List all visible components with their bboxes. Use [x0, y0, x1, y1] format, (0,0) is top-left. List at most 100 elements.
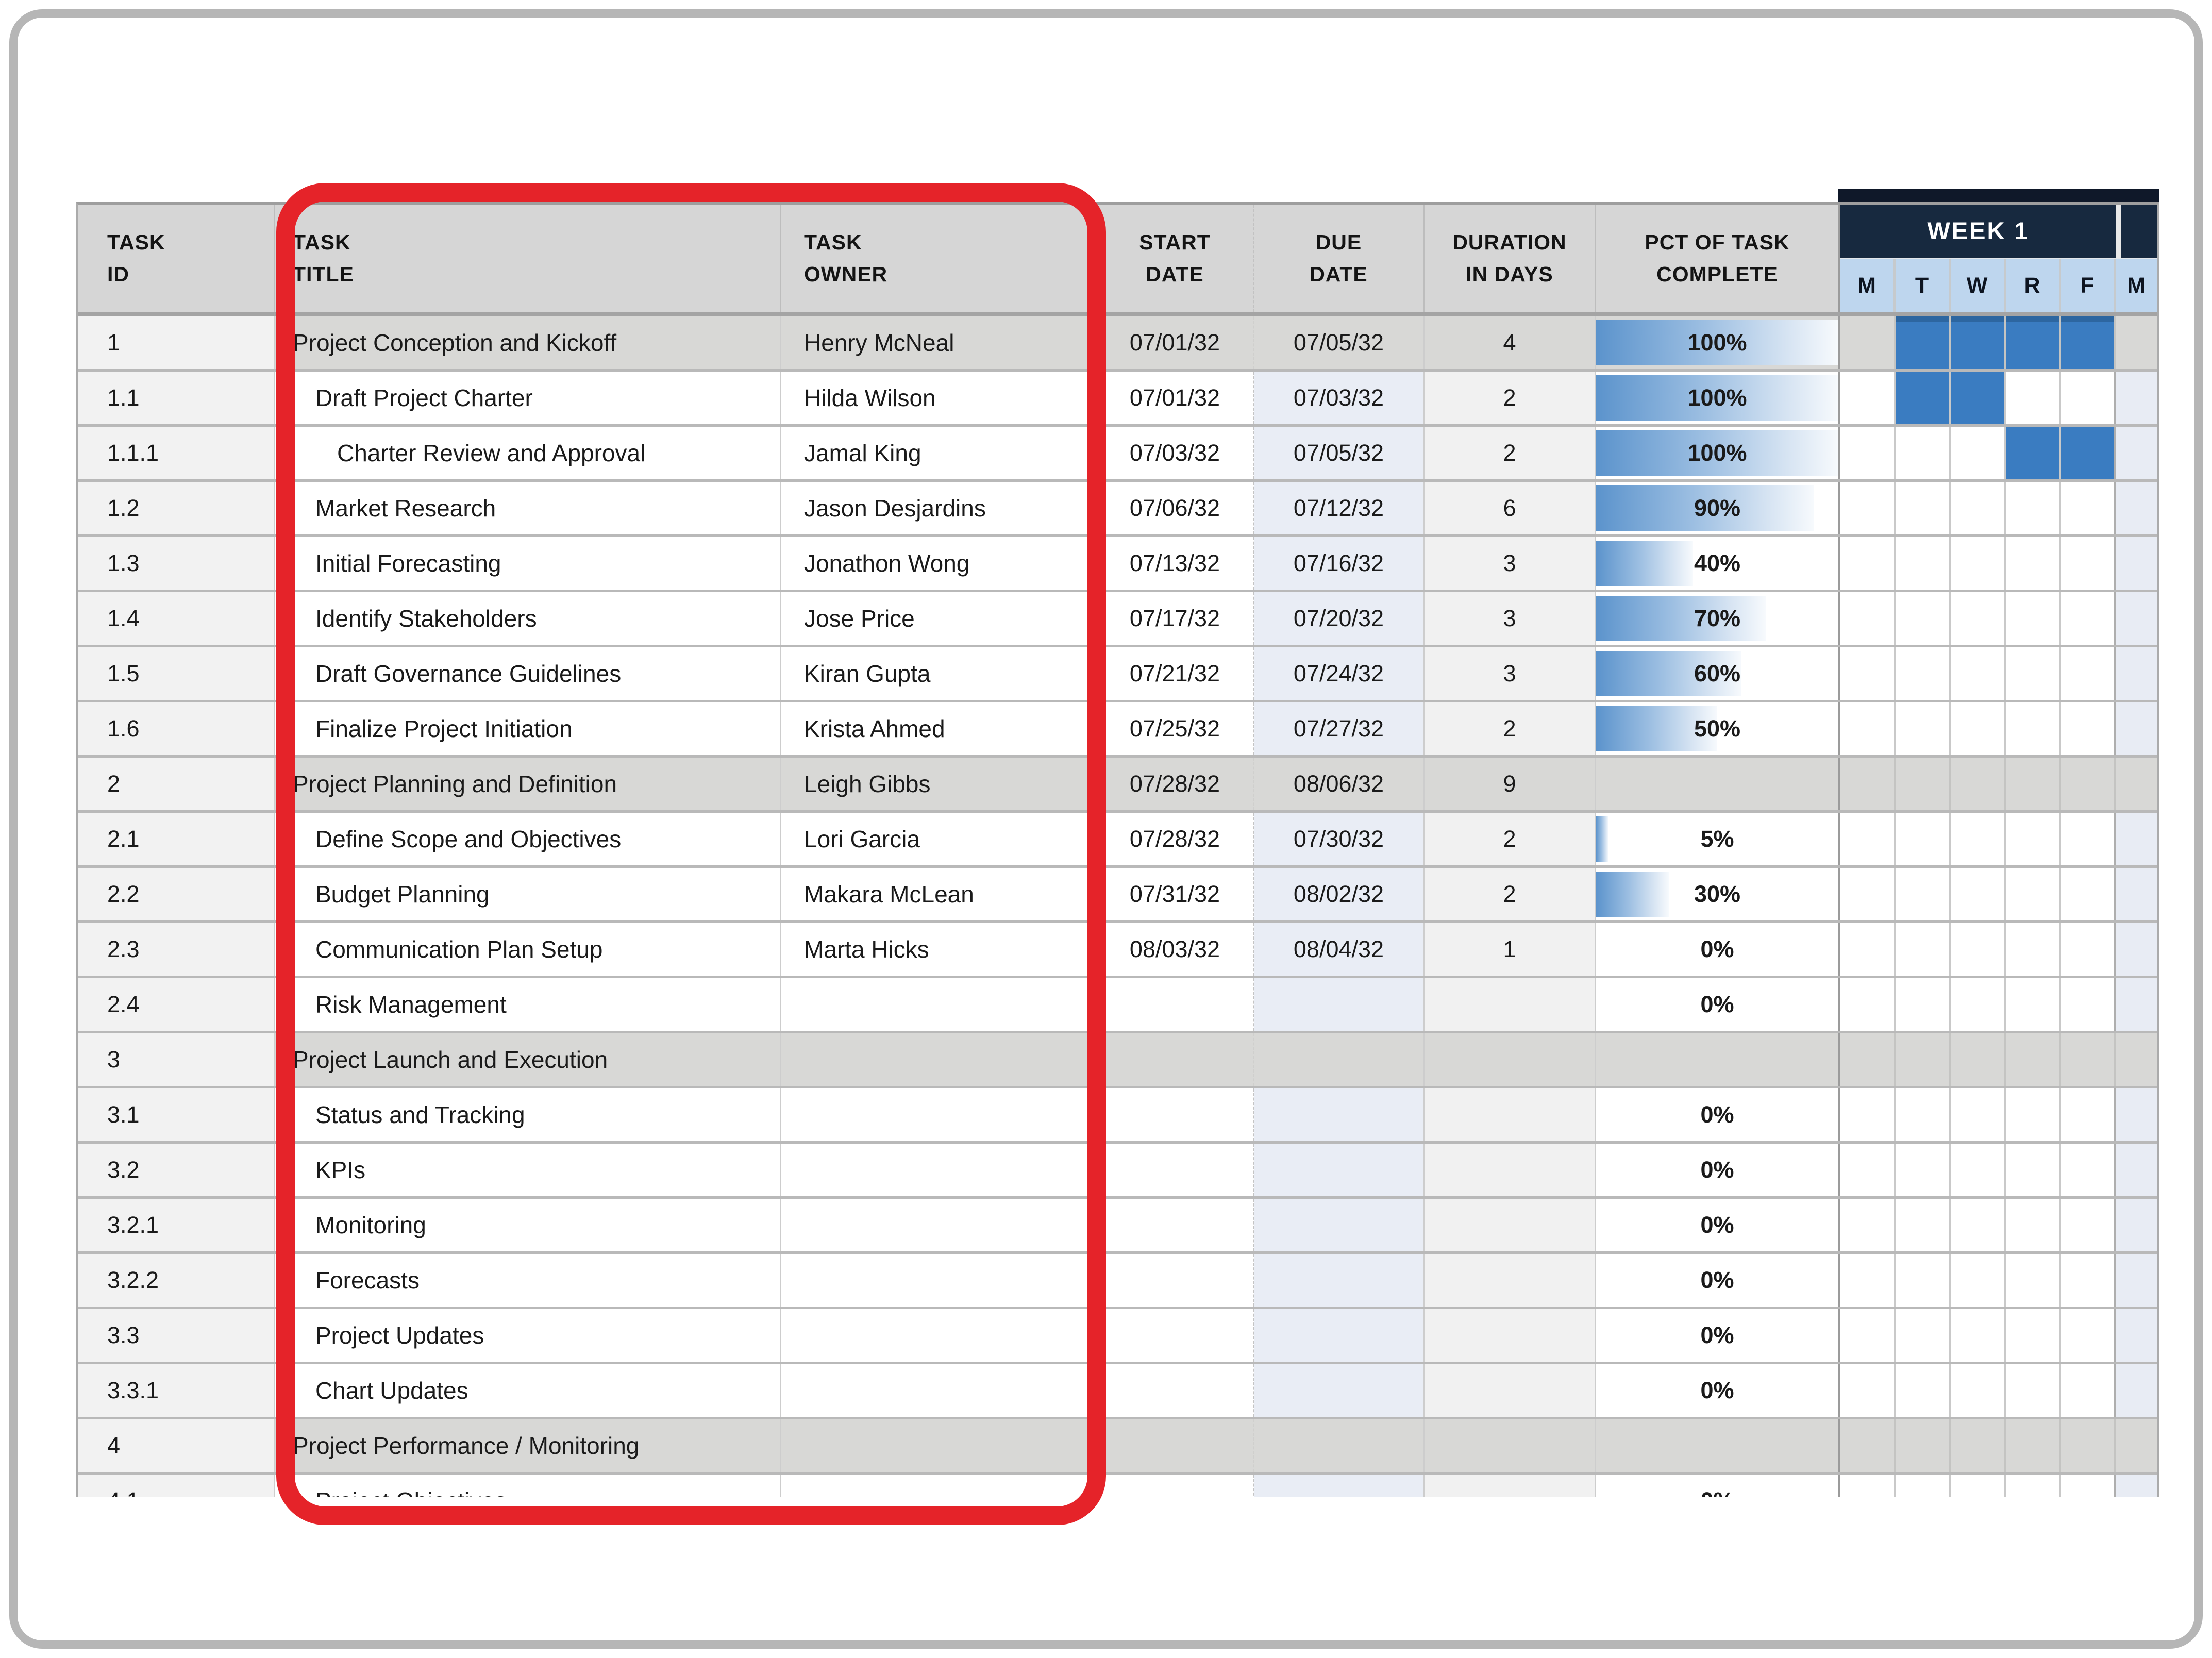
due-date-cell[interactable]	[1254, 1254, 1425, 1307]
task-id-cell[interactable]: 2	[78, 758, 275, 810]
gantt-day-cell[interactable]	[2061, 592, 2116, 645]
gantt-day-cell[interactable]	[2006, 482, 2061, 534]
gantt-day-cell[interactable]	[2061, 868, 2116, 920]
gantt-day-cell[interactable]	[2116, 427, 2157, 479]
start-date-cell[interactable]: 07/25/32	[1097, 702, 1254, 755]
gantt-day-cell[interactable]	[2006, 758, 2061, 810]
gantt-day-cell[interactable]	[1840, 427, 1896, 479]
gantt-day-cell[interactable]	[1896, 372, 1951, 424]
task-id-cell[interactable]: 1.2	[78, 482, 275, 534]
due-date-cell[interactable]	[1254, 1419, 1425, 1472]
due-date-cell[interactable]: 08/02/32	[1254, 868, 1425, 920]
gantt-day-cell[interactable]	[1896, 1088, 1951, 1141]
gantt-day-cell[interactable]	[2061, 537, 2116, 590]
gantt-day-cell[interactable]	[2006, 1199, 2061, 1251]
gantt-day-cell[interactable]	[2006, 1254, 2061, 1307]
task-id-cell[interactable]: 3.1	[78, 1088, 275, 1141]
gantt-day-cell[interactable]	[2116, 316, 2157, 369]
start-date-cell[interactable]	[1097, 1144, 1254, 1196]
pct-complete-cell[interactable]: 70%	[1596, 592, 1840, 645]
due-date-cell[interactable]: 07/27/32	[1254, 702, 1425, 755]
task-owner-cell[interactable]: Henry McNeal	[781, 316, 1097, 369]
gantt-day-cell[interactable]	[2116, 537, 2157, 590]
task-id-cell[interactable]: 3.2	[78, 1144, 275, 1196]
gantt-day-cell[interactable]	[1896, 427, 1951, 479]
duration-cell[interactable]	[1425, 1309, 1596, 1362]
due-date-cell[interactable]	[1254, 1475, 1425, 1497]
task-title-cell[interactable]: Project Launch and Execution	[275, 1033, 781, 1086]
column-header-task-id[interactable]: TASK ID	[78, 205, 275, 312]
gantt-day-cell[interactable]	[1840, 702, 1896, 755]
due-date-cell[interactable]	[1254, 1364, 1425, 1417]
gantt-day-cell[interactable]	[1840, 923, 1896, 976]
duration-cell[interactable]	[1425, 1088, 1596, 1141]
gantt-day-cell[interactable]	[1951, 1419, 2006, 1472]
gantt-day-cell[interactable]	[2006, 316, 2061, 369]
gantt-day-cell[interactable]	[2061, 923, 2116, 976]
gantt-day-cell[interactable]	[2061, 1199, 2116, 1251]
task-title-cell[interactable]: KPIs	[275, 1144, 781, 1196]
gantt-day-cell[interactable]	[2116, 1419, 2157, 1472]
due-date-cell[interactable]: 07/24/32	[1254, 647, 1425, 700]
gantt-day-cell[interactable]	[1951, 702, 2006, 755]
pct-complete-cell[interactable]: 30%	[1596, 868, 1840, 920]
pct-complete-cell[interactable]: 0%	[1596, 1199, 1840, 1251]
task-title-cell[interactable]: Charter Review and Approval	[275, 427, 781, 479]
gantt-day-cell[interactable]	[1840, 537, 1896, 590]
gantt-day-cell[interactable]	[1896, 1475, 1951, 1497]
duration-cell[interactable]: 2	[1425, 702, 1596, 755]
gantt-day-cell[interactable]	[1840, 372, 1896, 424]
due-date-cell[interactable]	[1254, 1309, 1425, 1362]
task-title-cell[interactable]: Project Planning and Definition	[275, 758, 781, 810]
due-date-cell[interactable]	[1254, 1144, 1425, 1196]
task-title-cell[interactable]: Finalize Project Initiation	[275, 702, 781, 755]
duration-cell[interactable]: 1	[1425, 923, 1596, 976]
gantt-day-cell[interactable]	[1951, 1199, 2006, 1251]
task-title-cell[interactable]: Draft Governance Guidelines	[275, 647, 781, 700]
task-title-cell[interactable]: Draft Project Charter	[275, 372, 781, 424]
gantt-day-cell[interactable]	[1951, 1309, 2006, 1362]
duration-cell[interactable]: 6	[1425, 482, 1596, 534]
gantt-day-header[interactable]: T	[1896, 259, 1951, 312]
gantt-day-cell[interactable]	[1840, 592, 1896, 645]
gantt-day-cell[interactable]	[2006, 1419, 2061, 1472]
gantt-day-cell[interactable]	[2006, 1475, 2061, 1497]
gantt-day-cell[interactable]	[1951, 537, 2006, 590]
task-id-cell[interactable]: 4	[78, 1419, 275, 1472]
gantt-day-cell[interactable]	[1951, 427, 2006, 479]
task-id-cell[interactable]: 3	[78, 1033, 275, 1086]
gantt-day-cell[interactable]	[2116, 1475, 2157, 1497]
task-id-cell[interactable]: 1	[78, 316, 275, 369]
due-date-cell[interactable]: 07/30/32	[1254, 813, 1425, 865]
due-date-cell[interactable]: 07/05/32	[1254, 316, 1425, 369]
pct-complete-cell[interactable]: 100%	[1596, 316, 1840, 369]
pct-complete-cell[interactable]: 5%	[1596, 813, 1840, 865]
task-id-cell[interactable]: 3.2.1	[78, 1199, 275, 1251]
gantt-day-cell[interactable]	[1840, 758, 1896, 810]
gantt-day-cell[interactable]	[2116, 758, 2157, 810]
gantt-day-cell[interactable]	[1951, 482, 2006, 534]
pct-complete-cell[interactable]	[1596, 1033, 1840, 1086]
task-title-cell[interactable]: Risk Management	[275, 978, 781, 1031]
task-title-cell[interactable]: Identify Stakeholders	[275, 592, 781, 645]
start-date-cell[interactable]: 07/03/32	[1097, 427, 1254, 479]
pct-complete-cell[interactable]: 0%	[1596, 923, 1840, 976]
start-date-cell[interactable]: 07/28/32	[1097, 813, 1254, 865]
gantt-day-cell[interactable]	[1840, 1088, 1896, 1141]
gantt-day-cell[interactable]	[2006, 1033, 2061, 1086]
task-owner-cell[interactable]: Kiran Gupta	[781, 647, 1097, 700]
gantt-day-cell[interactable]	[2061, 813, 2116, 865]
gantt-day-cell[interactable]	[2006, 1144, 2061, 1196]
gantt-day-cell[interactable]	[1840, 1199, 1896, 1251]
gantt-day-cell[interactable]	[1840, 1254, 1896, 1307]
task-owner-cell[interactable]	[781, 1033, 1097, 1086]
start-date-cell[interactable]: 07/21/32	[1097, 647, 1254, 700]
pct-complete-cell[interactable]: 100%	[1596, 427, 1840, 479]
gantt-day-cell[interactable]	[2006, 702, 2061, 755]
task-owner-cell[interactable]	[781, 1199, 1097, 1251]
gantt-day-cell[interactable]	[1896, 1309, 1951, 1362]
start-date-cell[interactable]: 07/28/32	[1097, 758, 1254, 810]
gantt-day-cell[interactable]	[2061, 1144, 2116, 1196]
gantt-day-cell[interactable]	[1896, 758, 1951, 810]
task-owner-cell[interactable]	[781, 1419, 1097, 1472]
